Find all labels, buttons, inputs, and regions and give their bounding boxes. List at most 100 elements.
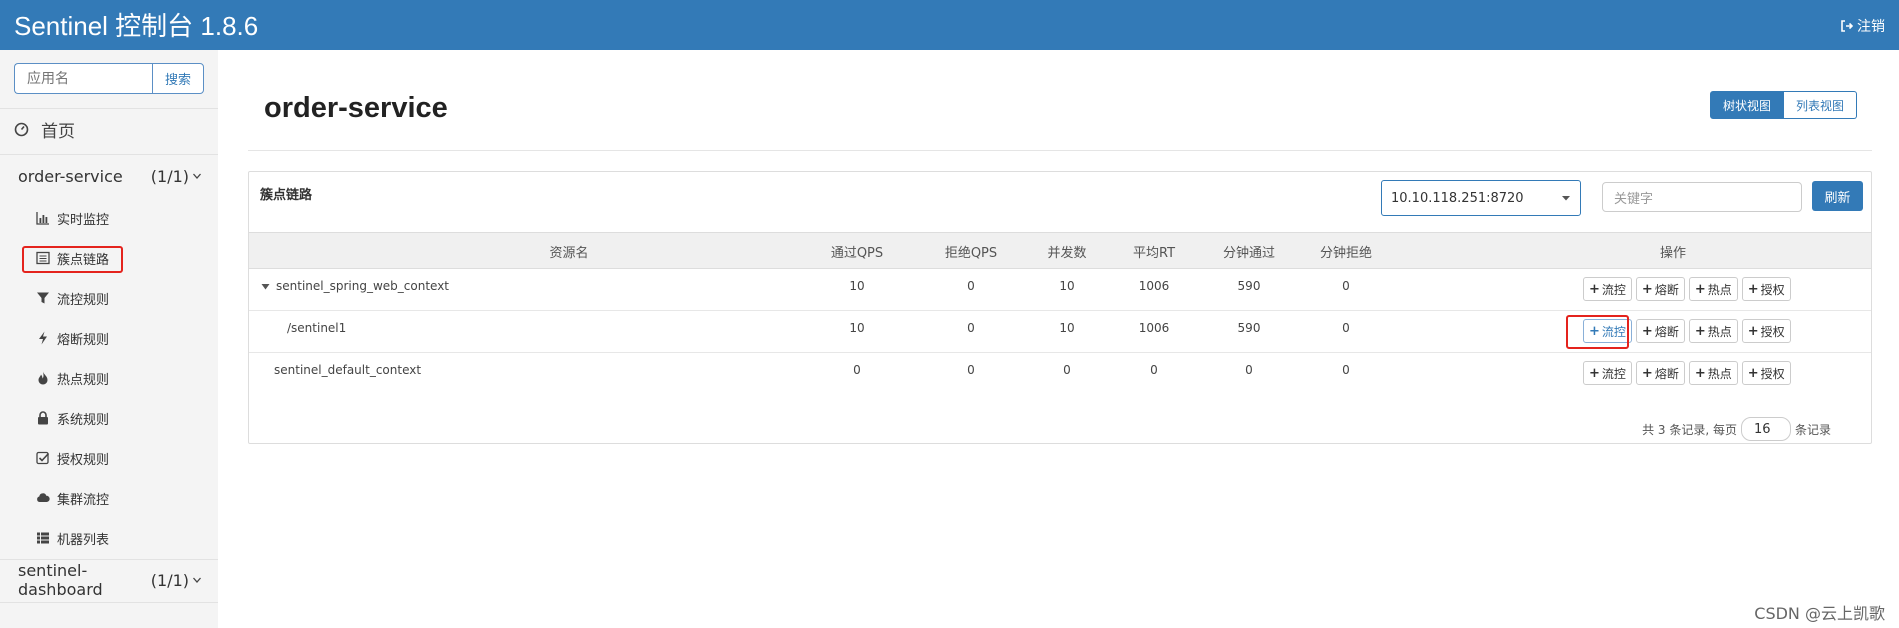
app-search-input[interactable] [14,63,152,94]
tree-view-button[interactable]: 树状视图 [1710,91,1785,119]
avg-rt: 0 [1150,363,1158,377]
add-param-flow-rule-button[interactable]: + 热点 [1688,361,1738,385]
divider [248,150,1872,151]
panel-title: 簇点链路 [260,188,313,203]
pass-qps: 0 [853,363,861,377]
sidebar-item-label: 熔断规则 [57,332,110,348]
sidebar-item-label: 授权规则 [57,452,110,468]
pass-qps: 10 [849,321,865,335]
add-degrade-rule-button[interactable]: + 熔断 [1635,277,1685,301]
chevron-down-icon [193,173,201,179]
col-header-pass-qps: 通过QPS [830,246,884,261]
flash-icon [39,331,47,345]
threads: 0 [1063,363,1071,377]
app-item-order-service[interactable]: order-service (1/1) [18,165,202,187]
fire-icon [38,371,48,385]
minute-block: 0 [1342,279,1350,293]
op-label: 流控 [1601,366,1626,381]
sidebar-item-label: 系统规则 [57,412,110,428]
minute-block: 0 [1342,321,1350,335]
divider [0,154,218,155]
table-row: sentinel_default_context 0 0 0 0 0 0 + 流控… [249,353,1871,395]
check-icon [36,451,50,465]
sidebar-item-label: 热点规则 [57,372,110,388]
col-header-minute-pass: 分钟通过 [1222,246,1275,261]
plus-icon: + [1747,365,1759,381]
view-toggle: 树状视图 列表视图 [1710,91,1858,119]
sidebar-item-authority-rules[interactable]: 授权规则 [36,448,109,468]
table-row: sentinel_spring_web_context 10 0 10 1006… [249,269,1871,311]
col-header-block-qps: 拒绝QPS [944,246,998,261]
machine-select[interactable]: 10.10.118.251:8720 [1381,180,1581,216]
th-list-icon [37,532,49,544]
minute-pass: 590 [1237,279,1261,293]
divider [0,559,218,560]
pass-qps: 10 [849,279,865,293]
add-authority-rule-button[interactable]: + 授权 [1741,319,1791,343]
sidebar-item-realtime-monitor[interactable]: 实时监控 [36,208,109,228]
sidebar-item-cluster-flow[interactable]: 集群流控 [36,488,109,508]
resource-name[interactable]: sentinel_default_context [274,363,421,377]
op-label: 热点 [1707,366,1732,381]
avg-rt: 1006 [1138,321,1170,335]
plus-icon: + [1694,281,1706,297]
app-search-button[interactable]: 搜索 [152,63,204,94]
col-header-threads: 并发数 [1047,246,1087,261]
list-view-button[interactable]: 列表视图 [1784,91,1858,119]
app-item-sentinel-dashboard[interactable]: sentinel-dashboard (1/1) [18,561,202,599]
sidebar-item-home[interactable]: 首页 [14,118,75,142]
add-flow-rule-button[interactable]: + 流控 [1583,277,1632,301]
add-authority-rule-button[interactable]: + 授权 [1741,277,1791,301]
refresh-button[interactable]: 刷新 [1812,181,1863,211]
add-param-flow-rule-button[interactable]: + 热点 [1688,319,1738,343]
threads: 10 [1059,321,1075,335]
col-header-minute-block: 分钟拒绝 [1319,246,1372,261]
add-flow-rule-button[interactable]: + 流控 [1583,361,1632,385]
sidebar-item-machine-list[interactable]: 机器列表 [36,528,109,548]
sidebar-item-label: 机器列表 [57,532,110,548]
resource-name[interactable]: /sentinel1 [287,321,346,335]
resource-name[interactable]: sentinel_spring_web_context [261,279,449,293]
row-actions: + 流控 + 熔断 + 热点 + 授权 [1583,361,1791,385]
minute-pass: 590 [1237,321,1261,335]
brand-title[interactable]: Sentinel 控制台 1.8.6 [14,6,258,43]
app-name: sentinel-dashboard [18,561,103,599]
keyword-input[interactable]: 关键字 [1602,182,1802,212]
op-label: 流控 [1601,282,1626,297]
op-label: 熔断 [1654,282,1679,297]
plus-icon: + [1589,365,1600,381]
app-health-count: (1/1) [150,166,189,186]
plus-icon: + [1641,281,1653,297]
col-header-avg-rt: 平均RT [1132,246,1176,261]
logout-link[interactable]: 注销 [1840,16,1885,36]
dashboard-icon [14,122,29,136]
sidebar-item-label: 流控规则 [57,292,110,308]
pagination: 共 3 条记录, 每页 16 条记录 [1642,417,1831,441]
block-qps: 0 [967,363,975,377]
plus-icon: + [1694,323,1706,339]
page-size-input[interactable]: 16 [1740,417,1791,441]
table-row: /sentinel1 10 0 10 1006 590 0 + 流控 + 熔断 + 热… [249,311,1871,353]
minute-block: 0 [1342,363,1350,377]
highlight-box-flow-button [1566,315,1629,349]
resource-name-label: sentinel_spring_web_context [276,279,450,293]
add-degrade-rule-button[interactable]: + 熔断 [1635,361,1685,385]
plus-icon: + [1694,365,1706,381]
op-label: 授权 [1760,366,1785,381]
avg-rt: 1006 [1138,279,1170,293]
divider [0,108,218,109]
add-authority-rule-button[interactable]: + 授权 [1741,361,1791,385]
app-name: order-service [18,166,123,186]
add-param-flow-rule-button[interactable]: + 热点 [1688,277,1738,301]
add-degrade-rule-button[interactable]: + 熔断 [1635,319,1685,343]
sidebar-item-flow-rules[interactable]: 流控规则 [36,288,109,308]
sidebar-item-degrade-rules[interactable]: 熔断规则 [36,328,109,348]
sidebar-item-param-flow-rules[interactable]: 热点规则 [36,368,109,388]
plus-icon: + [1589,281,1600,297]
op-label: 熔断 [1654,366,1679,381]
op-label: 热点 [1707,324,1732,339]
sidebar-item-system-rules[interactable]: 系统规则 [36,408,109,428]
op-label: 熔断 [1654,324,1679,339]
plus-icon: + [1641,365,1653,381]
col-header-actions: 操作 [1659,246,1686,261]
